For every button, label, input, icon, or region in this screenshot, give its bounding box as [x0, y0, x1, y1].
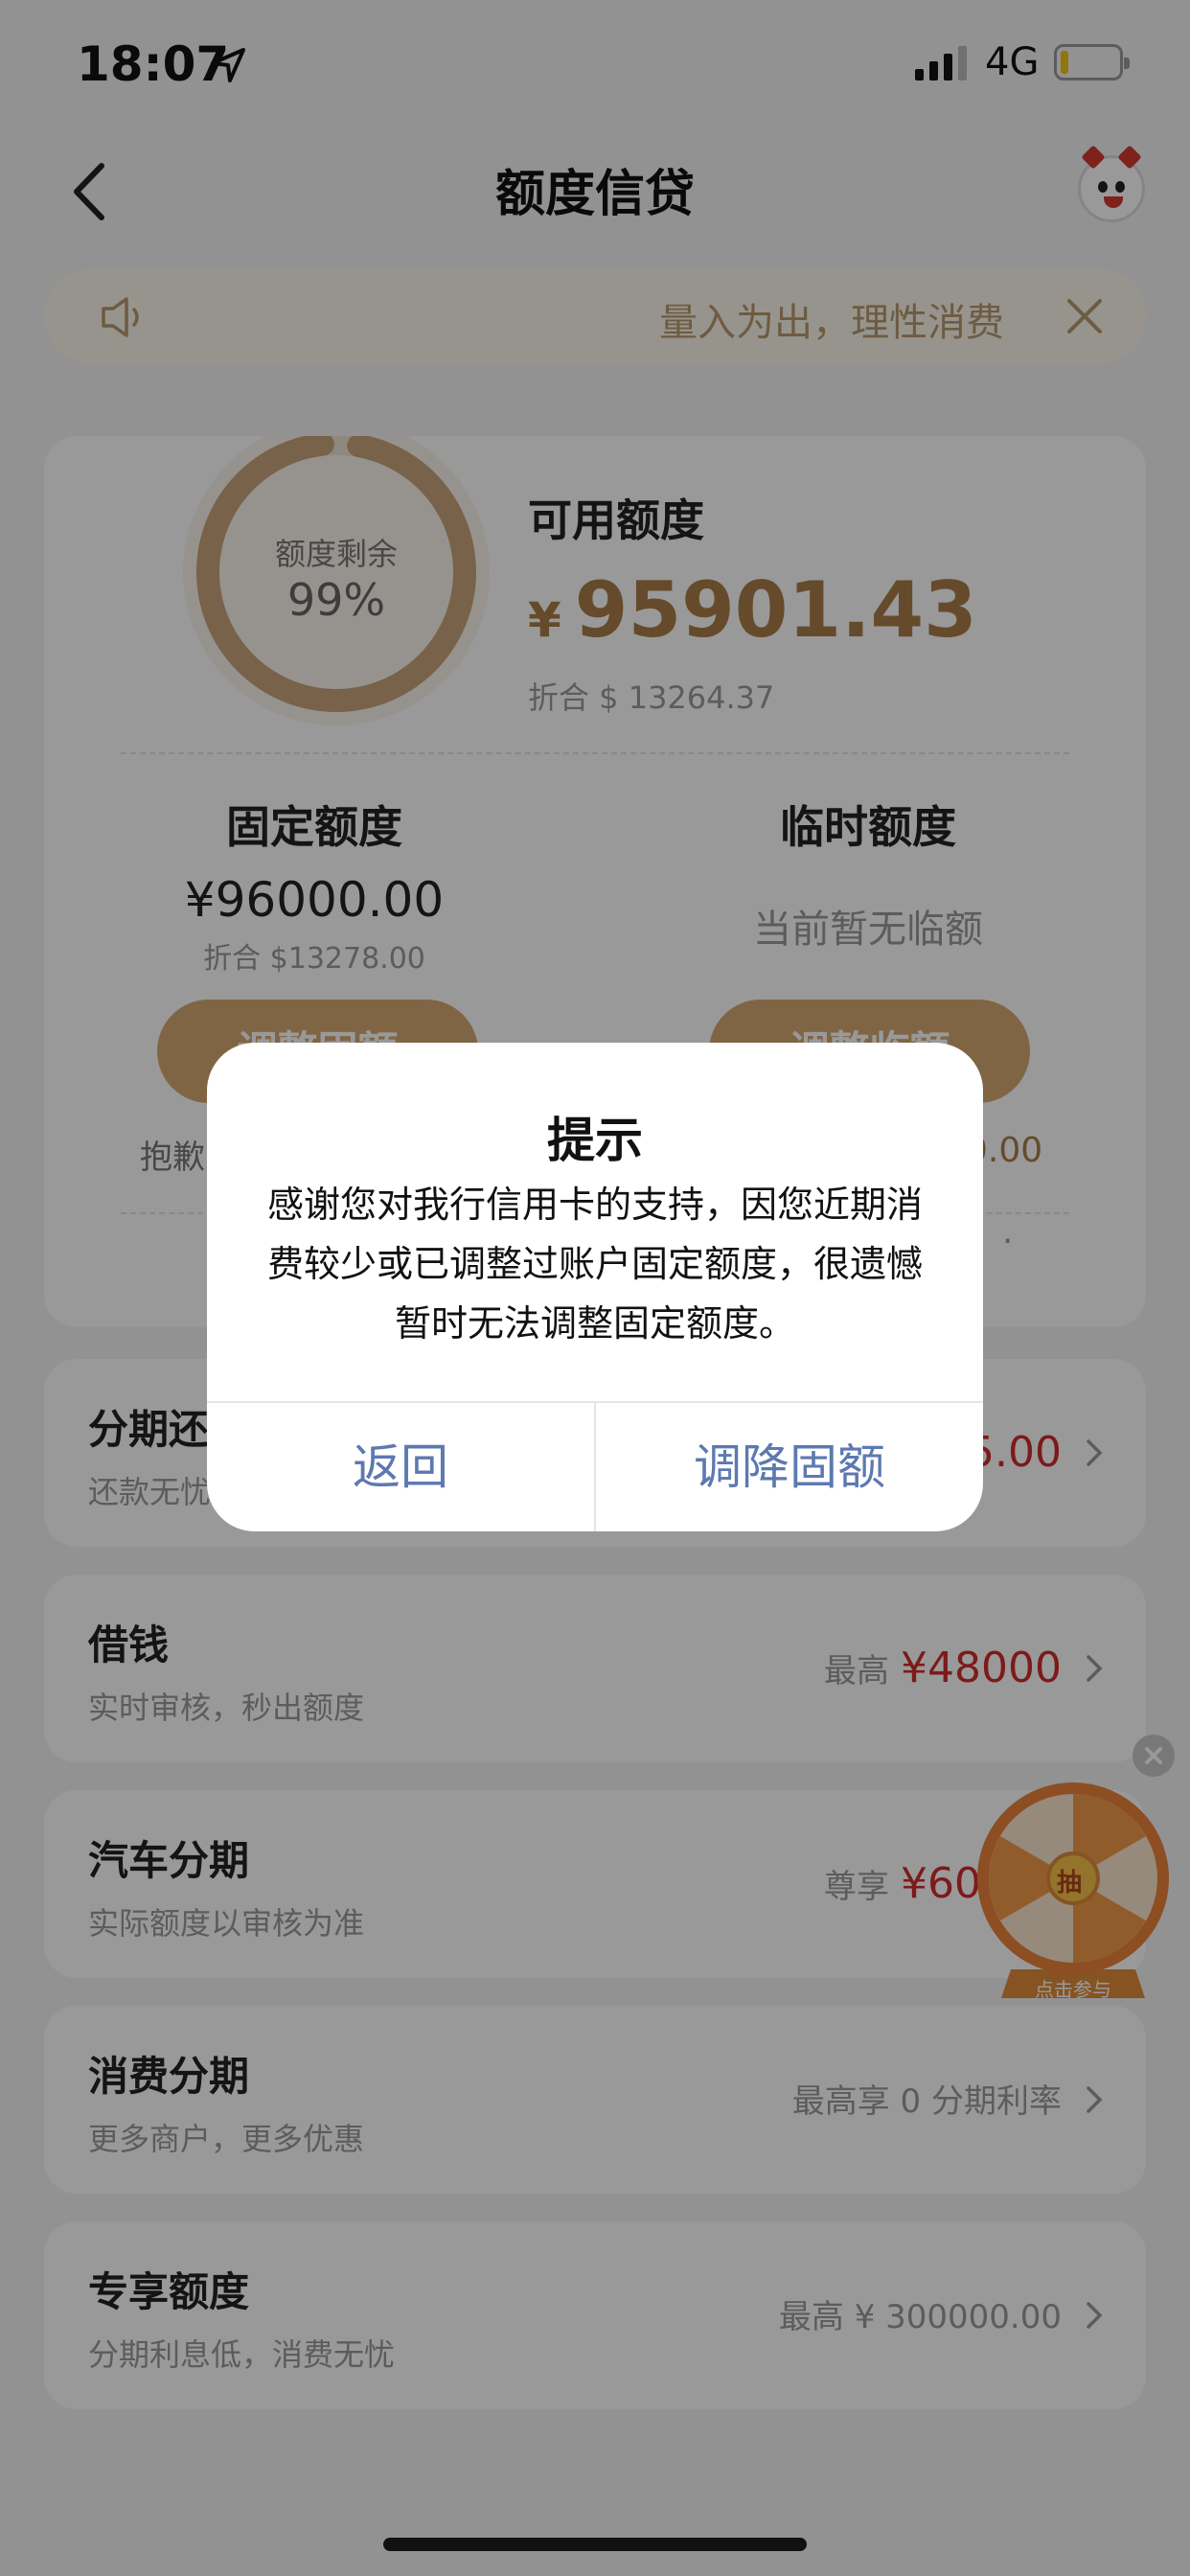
- dialog-title: 提示: [547, 1113, 643, 1168]
- back-button[interactable]: 返回: [207, 1403, 594, 1531]
- reduce-fixed-limit-button[interactable]: 调降固额: [596, 1403, 983, 1531]
- dialog-message: 感谢您对我行信用卡的支持，因您近期消费较少或已调整过账户固定额度，很遗憾暂时无法…: [266, 1184, 923, 1345]
- home-indicator[interactable]: [383, 2538, 807, 2551]
- alert-dialog: 提示 感谢您对我行信用卡的支持，因您近期消费较少或已调整过账户固定额度，很遗憾暂…: [207, 1043, 983, 1531]
